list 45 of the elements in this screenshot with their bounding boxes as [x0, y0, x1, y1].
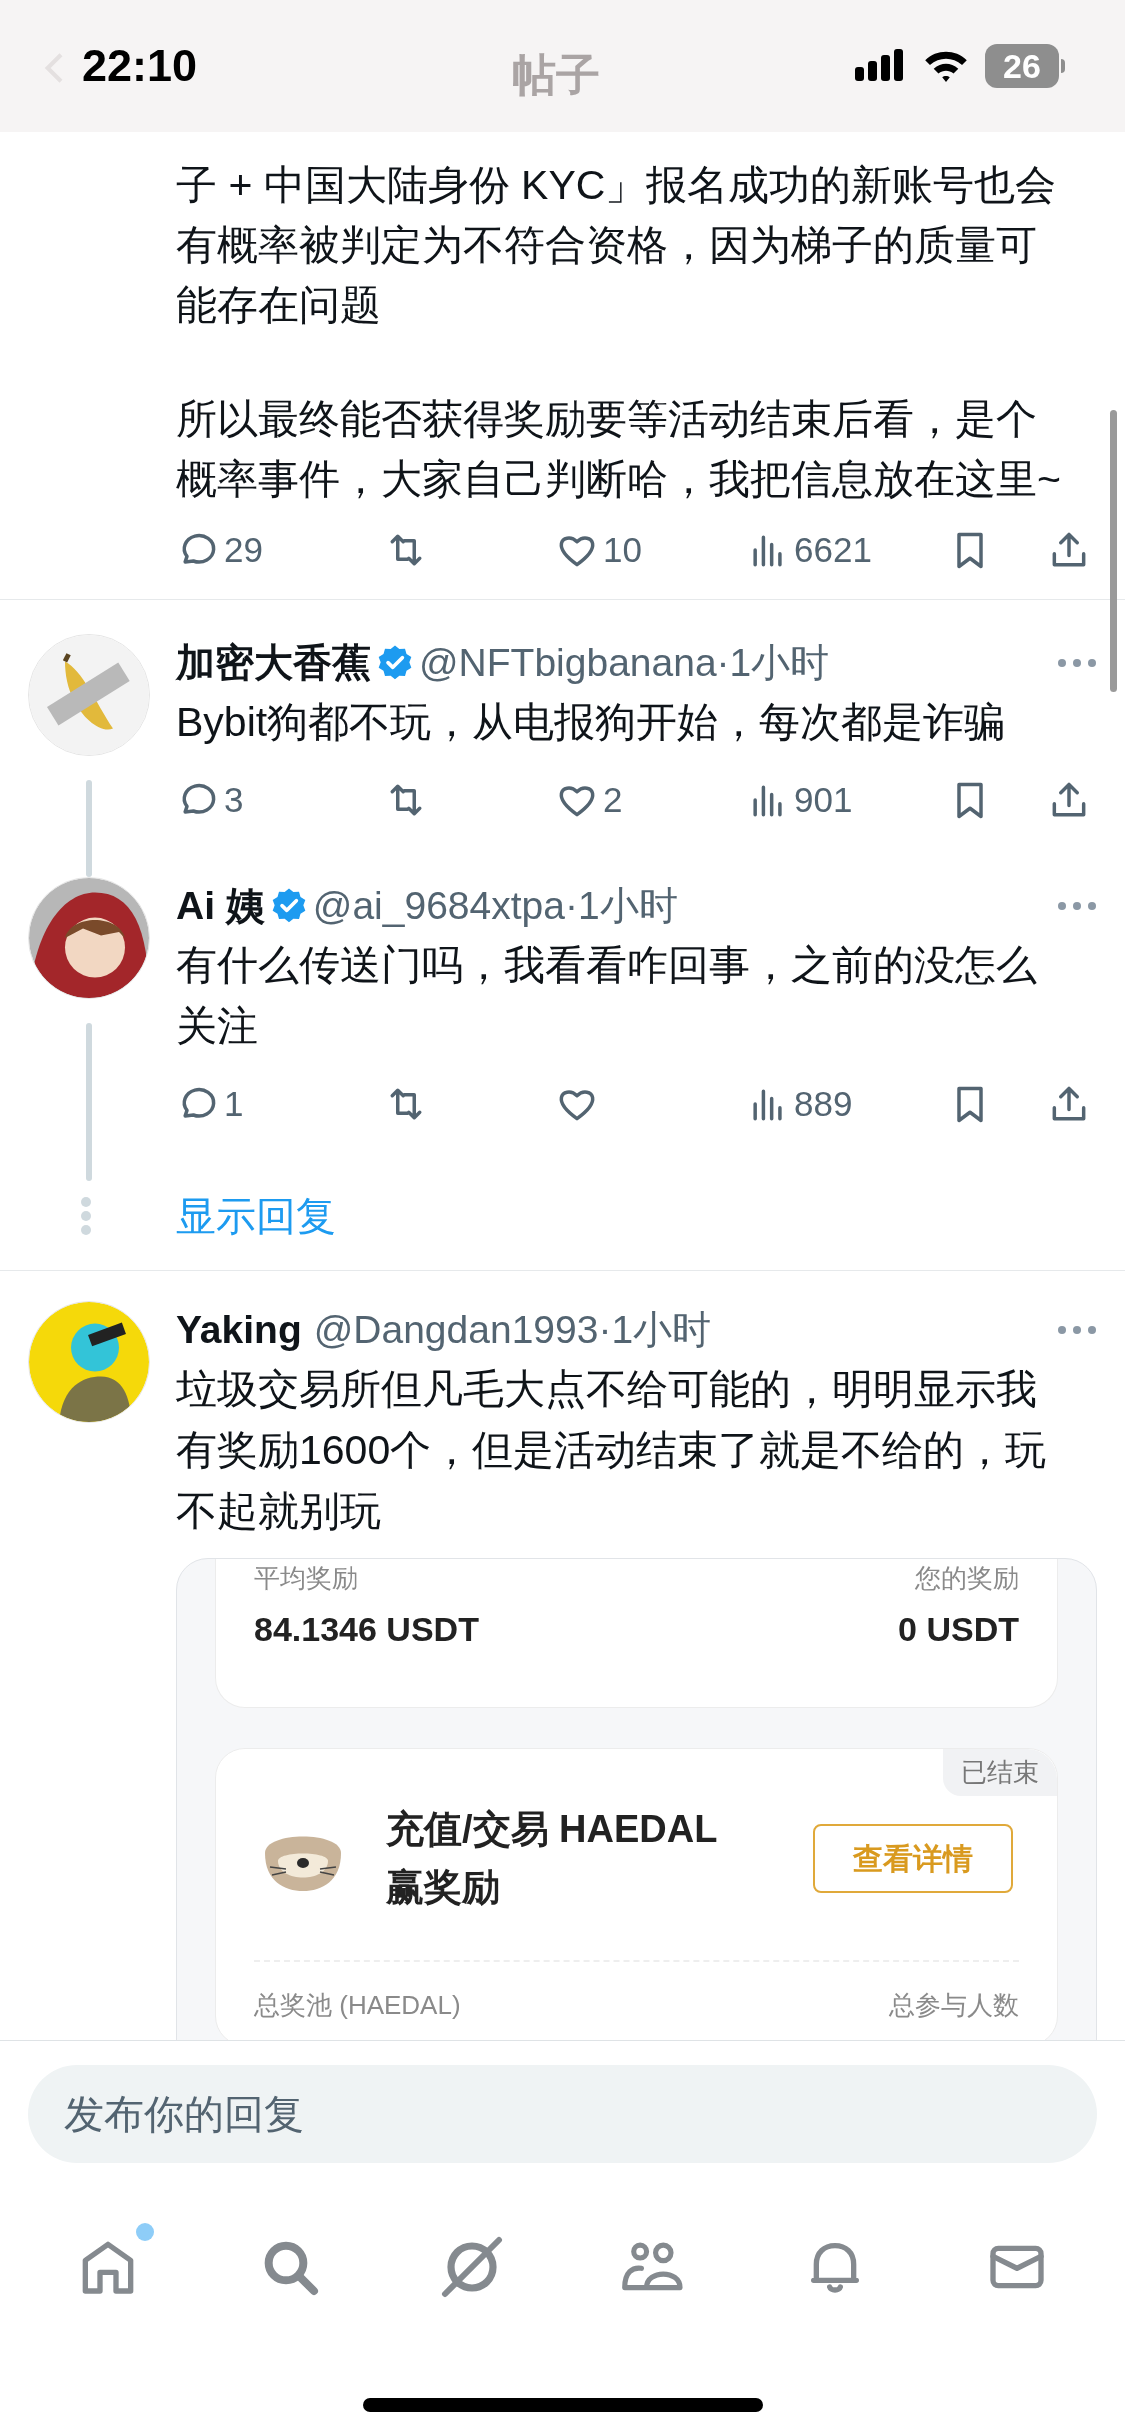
display-name: Ai 姨 [176, 882, 265, 929]
total-pool-label: 总奖池 (HAEDAL) [254, 1989, 461, 2022]
reply-text: 有什么传送门吗，我看看咋回事，之前的没怎么关注 [176, 941, 1038, 1051]
page-title: 帖子 [512, 49, 600, 101]
reply-input-field[interactable]: 发布你的回复 [28, 2065, 1097, 2163]
reply-button[interactable]: 29 [176, 523, 384, 577]
status-time: 22:10 [82, 39, 198, 94]
reply-text: 垃圾交易所但凡毛大点不给可能的，明明显示我有奖励1600个，但是活动结束了就是不给的，玩不起就别玩 [176, 1365, 1048, 1536]
average-reward-value: 84.1346 USDT [254, 1609, 479, 1650]
count: 29 [224, 528, 263, 571]
count: 889 [794, 1082, 853, 1125]
like-button[interactable]: 10 [555, 523, 746, 577]
ended-tag: 已结束 [943, 1749, 1057, 1796]
post-text: 子 + 中国大陆身份 KYC」报名成功的新账号也会有概率被判定为不符合资格，因为梯子的质量可能存在问题 [176, 161, 1058, 330]
like-button[interactable]: 2 [555, 773, 746, 827]
handle-and-time: @Dangdan1993·1小时 [313, 1306, 712, 1353]
count: 2 [603, 778, 623, 821]
more-icon[interactable] [1057, 1325, 1097, 1335]
count: 901 [794, 778, 853, 821]
views-button[interactable]: 6621 [746, 523, 948, 577]
views-button[interactable]: 889 [746, 1077, 948, 1131]
reply-button[interactable]: 3 [176, 773, 384, 827]
handle-and-time: @ai_9684xtpa·1小时 [312, 882, 678, 929]
signal-icon [855, 49, 905, 83]
count: 6621 [794, 528, 872, 571]
campaign-title: 充值/交易 HAEDAL 赢奖励 [386, 1807, 718, 1910]
participants-label: 总参与人数 [889, 1989, 1019, 2022]
count: 1 [224, 1082, 244, 1125]
your-reward-label: 您的奖励 [915, 1562, 1019, 1595]
count: 10 [603, 528, 642, 571]
battery-indicator: 26 [985, 44, 1065, 88]
reply-button[interactable]: 1 [176, 1077, 384, 1131]
display-name: Yaking [176, 1306, 302, 1353]
more-icon[interactable] [1057, 901, 1097, 911]
handle-and-time: @NFTbigbanana·1小时 [419, 639, 830, 686]
display-name: 加密大香蕉 [176, 639, 371, 686]
views-button[interactable]: 901 [746, 773, 948, 827]
post-text: 所以最终能否获得奖励要等活动结束后看，是个概率事件，大家自己判断哈，我把信息放在这里~ [176, 395, 1062, 504]
your-reward-value: 0 USDT [898, 1609, 1019, 1650]
reply-text: Bybit狗都不玩，从电报狗开始，每次都是诈骗 [176, 698, 1007, 747]
wifi-icon [923, 49, 969, 83]
more-icon[interactable] [1057, 658, 1097, 668]
dotted-line-icon [80, 1195, 92, 1236]
average-reward-label: 平均奖励 [254, 1562, 359, 1595]
count: 3 [224, 778, 244, 821]
